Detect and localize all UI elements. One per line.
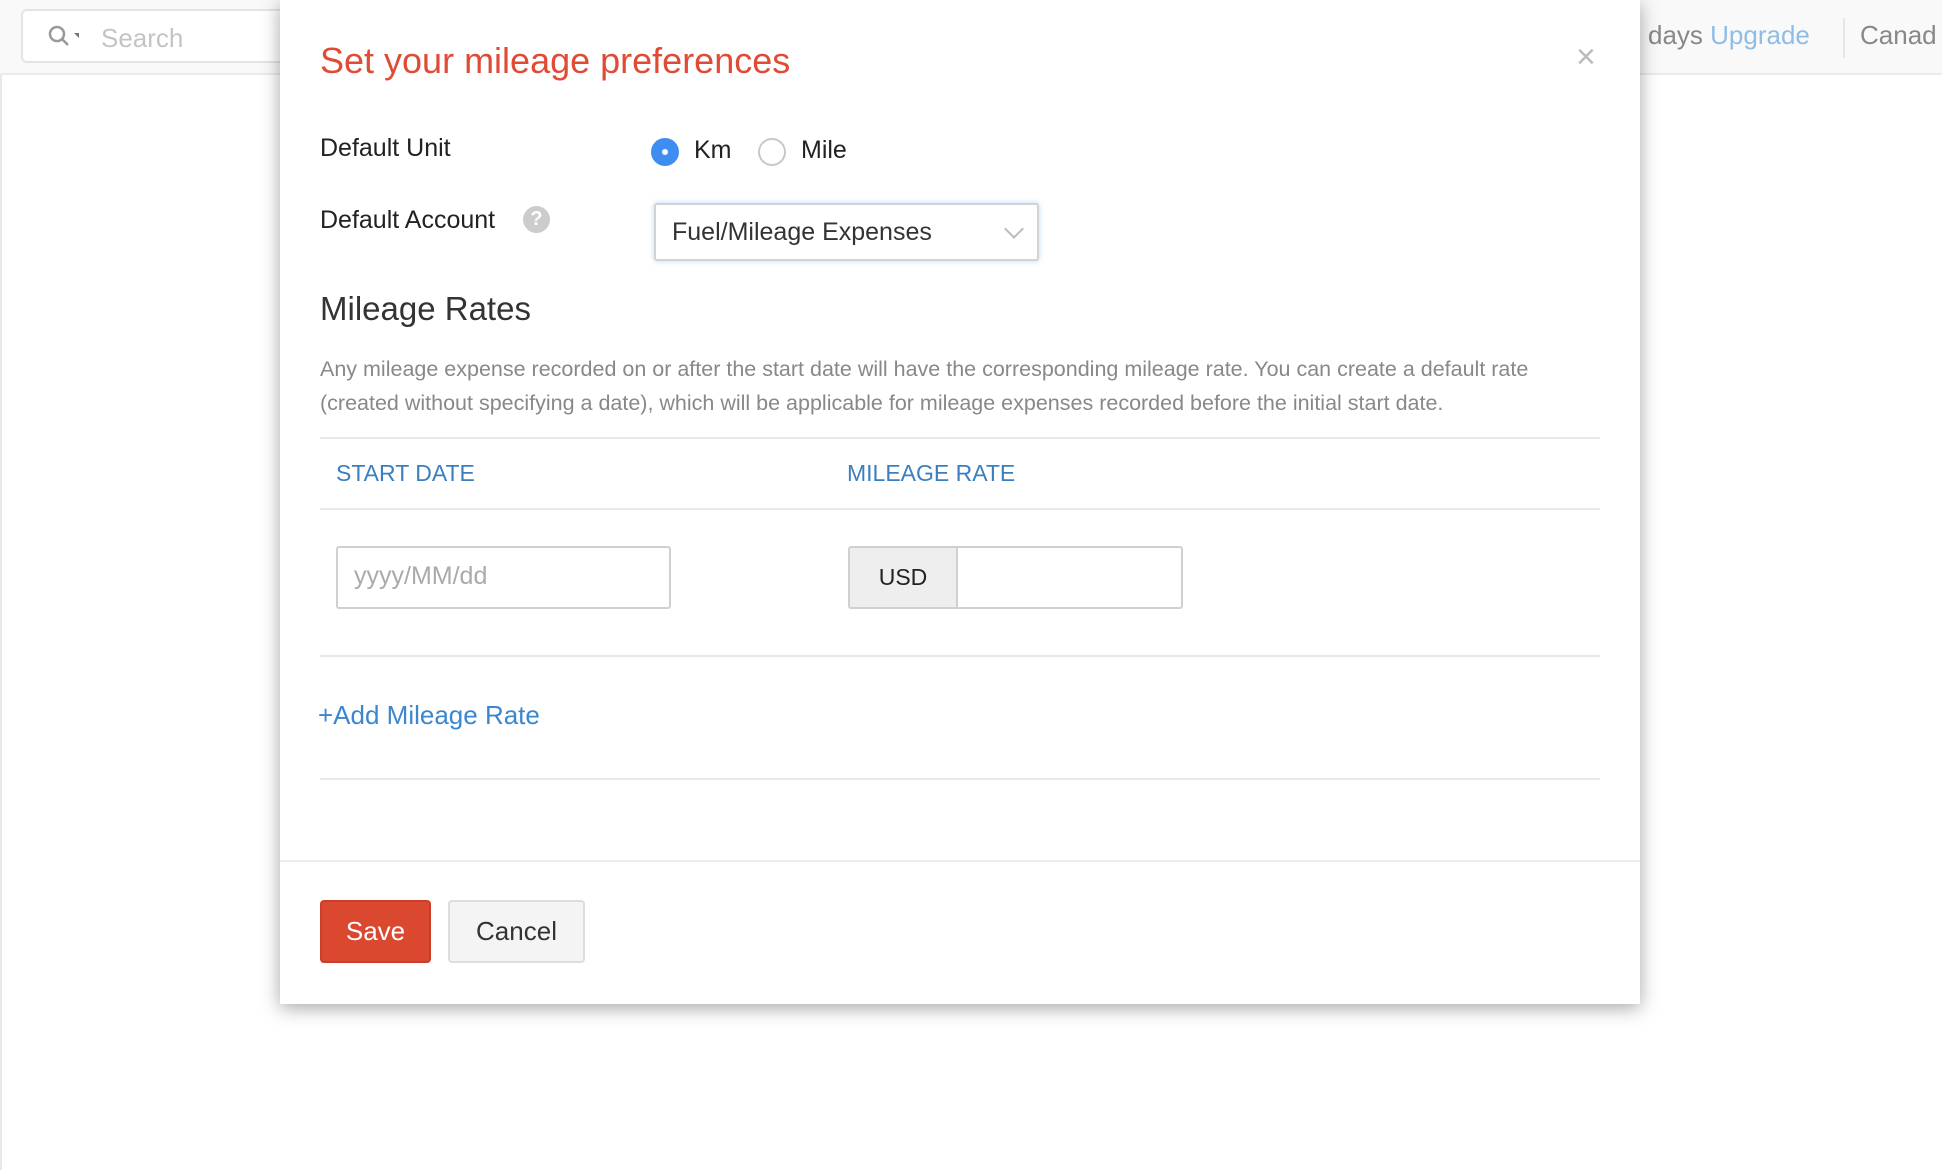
radio-km[interactable] bbox=[651, 138, 679, 166]
cancel-button[interactable]: Cancel bbox=[448, 900, 585, 963]
upgrade-link[interactable]: Upgrade bbox=[1710, 20, 1810, 50]
search-icon[interactable] bbox=[39, 24, 79, 48]
help-icon[interactable]: ? bbox=[523, 206, 550, 233]
dialog-title: Set your mileage preferences bbox=[320, 40, 791, 81]
radio-km-label[interactable]: Km bbox=[694, 136, 732, 165]
mileage-preferences-dialog: Set your mileage preferences × Default U… bbox=[280, 0, 1640, 1004]
divider bbox=[320, 437, 1600, 439]
column-header-start-date: START DATE bbox=[336, 460, 475, 486]
default-account-select[interactable]: Fuel/Mileage Expenses bbox=[654, 203, 1039, 261]
default-account-label: Default Account bbox=[320, 206, 496, 234]
trial-days-text: days bbox=[1648, 20, 1703, 50]
radio-mile-label[interactable]: Mile bbox=[801, 136, 847, 165]
start-date-input[interactable]: yyyy/MM/dd bbox=[336, 546, 671, 609]
divider bbox=[320, 655, 1600, 657]
mileage-rates-description: Any mileage expense recorded on or after… bbox=[320, 357, 1529, 415]
default-account-value: Fuel/Mileage Expenses bbox=[672, 218, 932, 246]
currency-addon: USD bbox=[850, 548, 958, 607]
radio-mile[interactable] bbox=[758, 138, 786, 166]
mileage-rates-heading: Mileage Rates bbox=[320, 290, 531, 327]
save-button[interactable]: Save bbox=[320, 900, 431, 963]
chevron-down-icon bbox=[1004, 219, 1024, 239]
mileage-rate-input-group[interactable]: USD bbox=[848, 546, 1183, 609]
page-border bbox=[0, 75, 2, 1170]
divider bbox=[320, 508, 1600, 510]
footer-divider bbox=[280, 860, 1640, 862]
divider bbox=[320, 778, 1600, 780]
start-date-placeholder: yyyy/MM/dd bbox=[354, 562, 488, 590]
default-unit-label: Default Unit bbox=[320, 134, 451, 162]
divider bbox=[1843, 18, 1845, 58]
organization-name[interactable]: Canad bbox=[1860, 20, 1937, 51]
close-icon[interactable]: × bbox=[1576, 38, 1596, 77]
search-input[interactable]: Search bbox=[101, 23, 183, 54]
column-header-mileage-rate: MILEAGE RATE bbox=[847, 460, 1016, 486]
trial-info: days Upgrade bbox=[1648, 20, 1810, 51]
add-mileage-rate-link[interactable]: +Add Mileage Rate bbox=[318, 700, 540, 731]
